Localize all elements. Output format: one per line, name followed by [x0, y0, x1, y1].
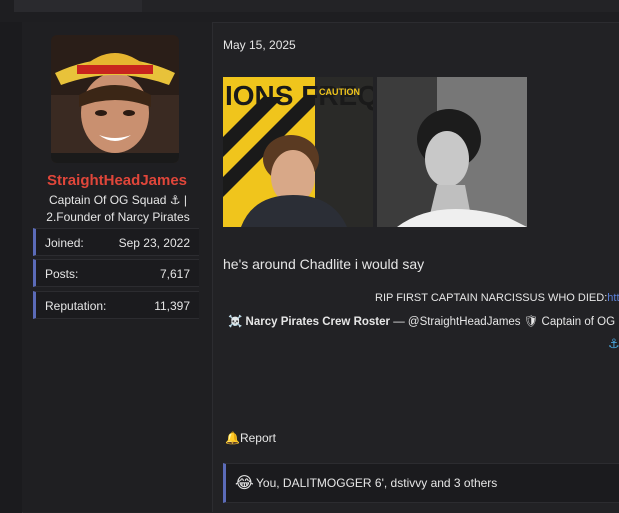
laughing-emoji-icon: 😂 — [235, 475, 254, 492]
stat-value: 7,617 — [159, 267, 190, 281]
stat-label: Posts: — [45, 267, 79, 281]
signature-link[interactable]: htt — [607, 292, 619, 304]
post-image-1[interactable]: IONS FREQUE CAUTION — [223, 77, 373, 227]
roster-text: — @StraightHeadJames 🛡 Captain of OG — [390, 316, 616, 328]
stat-joined: Joined: Sep 23, 2022 — [33, 228, 199, 256]
stat-label: Reputation: — [45, 299, 107, 313]
report-label: Report — [239, 431, 276, 445]
post-message: he's around Chadlite i would say — [223, 256, 425, 272]
stat-reputation: Reputation: 11,397 — [33, 291, 199, 319]
post-date[interactable]: May 15, 2025 — [223, 38, 296, 52]
stat-value: 11,397 — [154, 299, 190, 313]
reactions-bar[interactable]: 😂 You, DALITMOGGER 6', dstivvy and 3 oth… — [223, 463, 619, 503]
user-title-line2: 2.Founder of Narcy Pirates — [46, 210, 190, 224]
top-strip — [0, 0, 619, 22]
stat-posts: Posts: 7,617 — [33, 259, 199, 287]
user-title: Captain Of OG Squad ⚓ | 2.Founder of Nar… — [32, 192, 204, 226]
user-title-line1: Captain Of OG Squad ⚓ | — [49, 193, 187, 207]
username[interactable]: StraightHeadJames — [22, 172, 212, 189]
signature-line: RIP FIRST CAPTAIN NARCISSUS WHO DIED:htt — [375, 292, 619, 304]
top-bar — [142, 0, 619, 12]
roster-title: Narcy Pirates Crew Roster — [245, 316, 390, 328]
stat-label: Joined: — [45, 236, 84, 250]
avatar-image — [51, 35, 179, 163]
reactions-text[interactable]: You, DALITMOGGER 6', dstivvy and 3 other… — [256, 476, 497, 490]
signature-text: RIP FIRST CAPTAIN NARCISSUS WHO DIED: — [375, 292, 608, 304]
anchor-icon: ⚓ — [608, 336, 619, 351]
skull-icon: ☠️ — [228, 316, 243, 328]
caution-text: CAUTION — [319, 87, 360, 97]
avatar[interactable] — [51, 35, 179, 163]
top-tab — [14, 0, 142, 12]
bell-icon: 🔔 — [225, 431, 240, 445]
post-image-1-graphic: IONS FREQUE CAUTION — [223, 77, 373, 227]
stat-value: Sep 23, 2022 — [118, 236, 190, 250]
report-button[interactable]: 🔔Report — [225, 431, 276, 445]
post-image-2-graphic — [377, 77, 527, 227]
post-image-2[interactable] — [377, 77, 527, 227]
signature-roster: ☠️ Narcy Pirates Crew Roster — @Straight… — [228, 314, 615, 328]
